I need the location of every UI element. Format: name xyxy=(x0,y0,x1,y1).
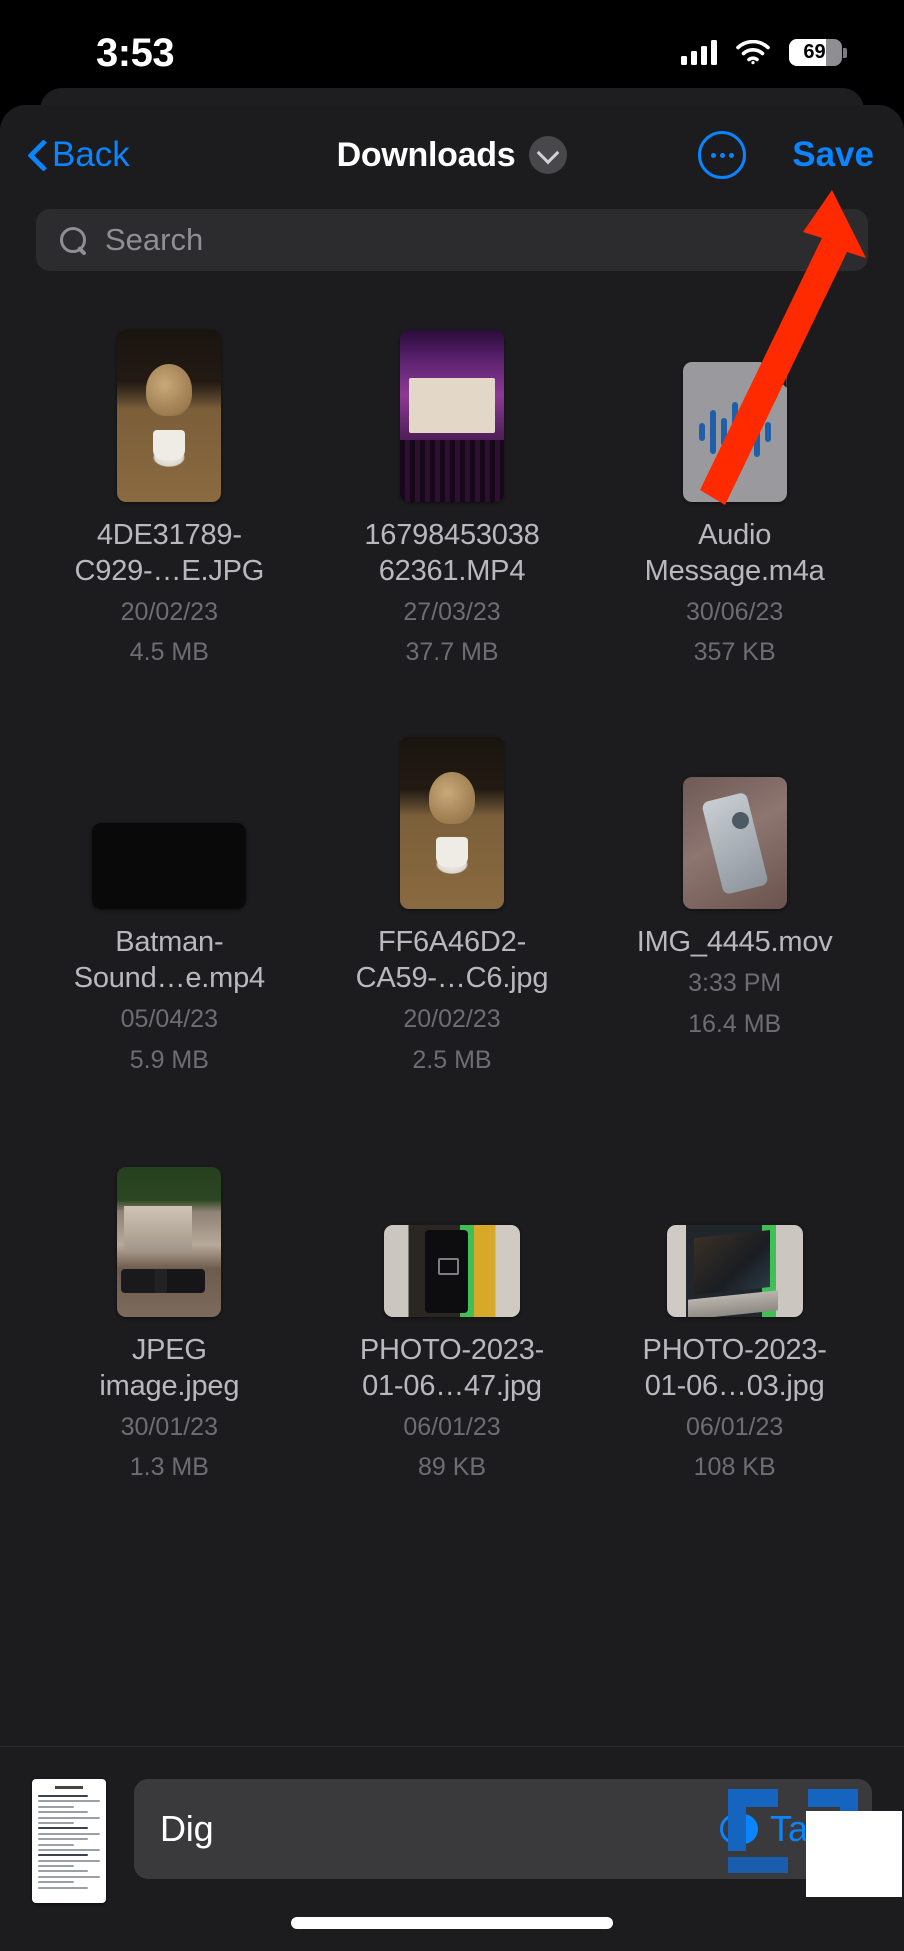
document-picker-sheet: Back Downloads Save Search 4DE31789-C929… xyxy=(0,105,904,1951)
file-date: 20/02/23 xyxy=(403,1005,501,1034)
navigation-right-actions: Save xyxy=(698,131,874,179)
battery-percent-label: 69 xyxy=(803,41,826,63)
file-size: 2.5 MB xyxy=(412,1045,492,1074)
search-bar-container: Search xyxy=(0,205,904,271)
file-item[interactable]: IMG_4445.mov 3:33 PM 16.4 MB xyxy=(593,714,876,1077)
groot-photo-icon xyxy=(117,330,222,502)
back-button-label: Back xyxy=(52,135,130,174)
navigation-bar: Back Downloads Save xyxy=(0,105,904,205)
file-date: 3:33 PM xyxy=(688,969,782,998)
file-date: 30/01/23 xyxy=(120,1412,218,1441)
file-name: PHOTO-2023-01-06…47.jpg xyxy=(359,1333,545,1402)
file-size: 108 KB xyxy=(693,1452,776,1481)
battery-indicator: 69 xyxy=(789,39,847,66)
file-name: PHOTO-2023-01-06…03.jpg xyxy=(642,1333,827,1402)
page-title: Downloads xyxy=(336,135,516,174)
file-date: 30/06/23 xyxy=(685,597,784,626)
back-button[interactable]: Back xyxy=(30,135,130,175)
phone-photo-icon xyxy=(682,777,787,910)
file-size: 89 KB xyxy=(417,1452,487,1481)
file-thumbnail xyxy=(399,307,504,502)
file-name: Batman-Sound…e.mp4 xyxy=(73,926,265,995)
document-preview-icon xyxy=(32,1779,106,1903)
file-size: 5.9 MB xyxy=(129,1045,209,1074)
file-item[interactable]: JPEG image.jpeg 30/01/23 1.3 MB xyxy=(28,1122,311,1485)
file-name: IMG_4445.mov xyxy=(636,926,833,959)
file-date: 05/04/23 xyxy=(120,1005,218,1034)
file-thumbnail xyxy=(399,714,504,910)
file-date: 20/02/23 xyxy=(120,597,218,626)
concert-video-icon xyxy=(399,330,504,502)
file-name: JPEG image.jpeg xyxy=(99,1333,240,1402)
chevron-left-icon xyxy=(30,141,46,169)
file-grid: 4DE31789-C929-…E.JPG 20/02/23 4.5 MB 167… xyxy=(0,271,904,1485)
file-item[interactable]: FF6A46D2-CA59-…C6.jpg 20/02/23 2.5 MB xyxy=(311,714,594,1077)
groot-photo-icon xyxy=(399,737,504,910)
search-placeholder: Search xyxy=(105,222,204,257)
file-name: Audio Message.m4a xyxy=(644,519,825,587)
file-thumbnail xyxy=(383,1122,520,1317)
file-thumbnail xyxy=(117,1122,222,1317)
file-date: 06/01/23 xyxy=(685,1412,784,1441)
file-name: FF6A46D2-CA59-…C6.jpg xyxy=(355,926,549,995)
iphone-screen: 3:53 69 Back Downloads Save Search 4DE31… xyxy=(0,0,904,1951)
chevron-down-icon[interactable] xyxy=(529,136,568,174)
file-size: 16.4 MB xyxy=(688,1009,782,1038)
search-icon xyxy=(60,226,87,254)
filename-value: Dig xyxy=(160,1808,214,1849)
status-bar-indicators: 69 xyxy=(681,39,847,66)
house-photo-icon xyxy=(117,1166,222,1317)
file-thumbnail xyxy=(682,307,787,502)
file-thumbnail xyxy=(117,307,222,502)
file-date: 06/01/23 xyxy=(403,1412,501,1441)
save-button[interactable]: Save xyxy=(792,135,874,175)
tags-icon xyxy=(719,1814,758,1844)
file-name: 4DE31789-C929-…E.JPG xyxy=(74,519,265,587)
file-item[interactable]: Audio Message.m4a 30/06/23 357 KB xyxy=(593,307,876,670)
audio-waveform-document-icon xyxy=(682,362,787,502)
tags-button[interactable]: Tags xyxy=(719,1808,846,1850)
file-item[interactable]: 4DE31789-C929-…E.JPG 20/02/23 4.5 MB xyxy=(28,307,311,670)
file-item[interactable]: 16798453038 62361.MP4 27/03/23 37.7 MB xyxy=(311,307,594,670)
file-date: 27/03/23 xyxy=(403,597,501,626)
file-item[interactable]: Batman-Sound…e.mp4 05/04/23 5.9 MB xyxy=(28,714,311,1077)
dark-video-icon xyxy=(92,823,247,910)
file-name: 16798453038 62361.MP4 xyxy=(364,519,540,587)
hand-phone-photo-icon xyxy=(383,1224,520,1317)
file-thumbnail xyxy=(666,1122,803,1317)
filename-input[interactable]: Dig Tags xyxy=(134,1779,872,1879)
file-thumbnail xyxy=(92,714,247,910)
file-size: 357 KB xyxy=(693,638,776,667)
file-size: 4.5 MB xyxy=(129,638,209,667)
file-size: 1.3 MB xyxy=(129,1452,209,1481)
wifi-icon xyxy=(736,39,770,65)
home-indicator[interactable] xyxy=(291,1917,613,1929)
cellular-bars-icon xyxy=(681,40,717,65)
more-ellipsis-icon[interactable] xyxy=(698,131,747,179)
file-item[interactable]: PHOTO-2023-01-06…03.jpg 06/01/23 108 KB xyxy=(593,1122,876,1485)
tags-button-label: Tags xyxy=(769,1808,846,1849)
file-item[interactable]: PHOTO-2023-01-06…47.jpg 06/01/23 89 KB xyxy=(311,1122,594,1485)
search-input[interactable]: Search xyxy=(36,209,868,271)
status-bar-clock: 3:53 xyxy=(96,30,175,75)
file-thumbnail xyxy=(682,714,787,910)
file-size: 37.7 MB xyxy=(405,638,499,667)
laptop-photo-icon xyxy=(666,1224,803,1317)
